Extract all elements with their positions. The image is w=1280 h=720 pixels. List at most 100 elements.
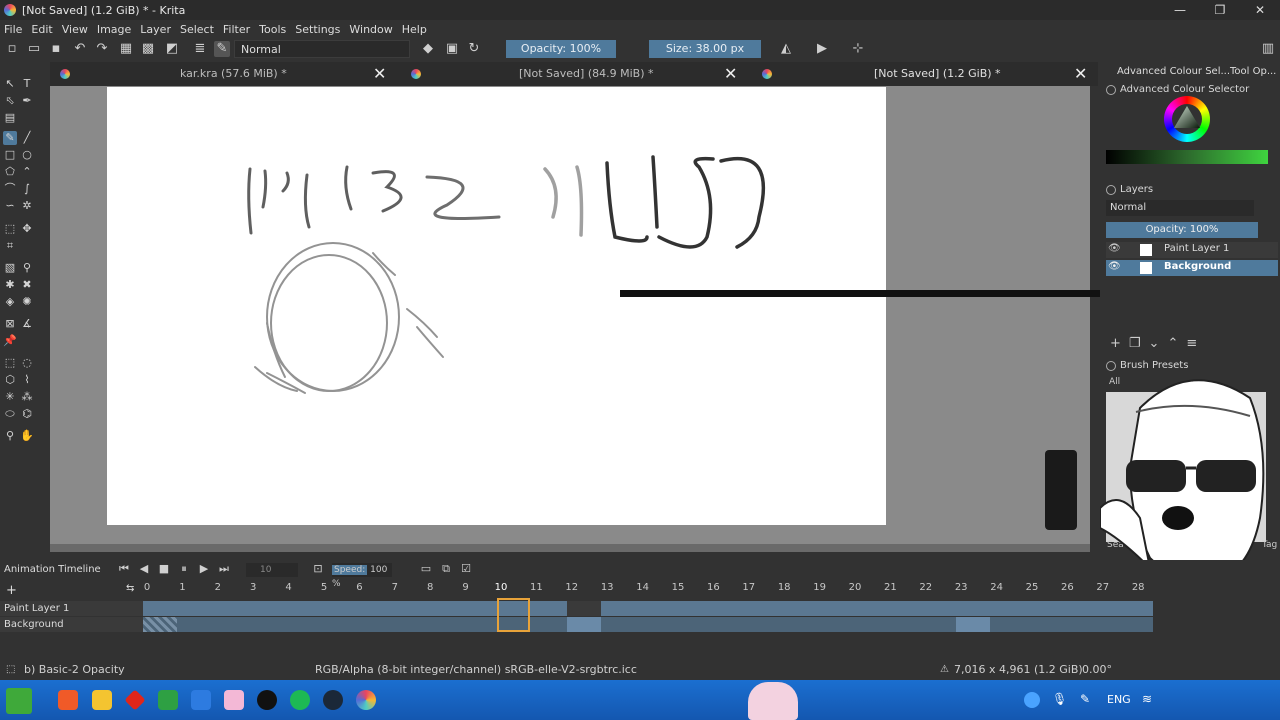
fill-tool-icon[interactable]: ◈ [3, 295, 17, 309]
ellipse-select-icon[interactable]: ◌ [20, 356, 34, 370]
canvas-paper[interactable] [107, 87, 886, 525]
colorize-mask-icon[interactable]: ✖ [20, 278, 34, 292]
select-shape-icon[interactable]: ↖ [3, 77, 17, 91]
image-size[interactable]: 7,016 x 4,961 (1.2 GiB) [954, 660, 1083, 680]
layer-row-background[interactable]: 👁 Background [1106, 260, 1278, 276]
magnetic-select-icon[interactable]: ⌬ [20, 407, 34, 421]
wifi-icon[interactable]: ≋ [1142, 692, 1152, 706]
polygon-tool-icon[interactable]: ⬠ [3, 165, 17, 179]
menu-select[interactable]: Select [180, 23, 214, 36]
playback-options-icon[interactable]: ⊡ [312, 563, 324, 575]
polygon-select-icon[interactable]: ⬡ [3, 373, 17, 387]
frame-cell-highlight[interactable] [956, 617, 990, 632]
frame-number[interactable]: 3 [243, 582, 263, 593]
frame-number[interactable]: 21 [880, 582, 900, 593]
frame-number[interactable]: 24 [987, 582, 1007, 593]
menu-layer[interactable]: Layer [140, 23, 171, 36]
tab-tool-options[interactable]: Tool Op... [1230, 66, 1276, 77]
assistant-icon[interactable]: ▤ [3, 111, 17, 125]
save-icon[interactable]: ▪ [48, 41, 64, 57]
frame-number[interactable]: 4 [279, 582, 299, 593]
tab-advanced-colour[interactable]: Advanced Colour Sel... [1117, 66, 1230, 77]
menu-tools[interactable]: Tools [259, 23, 286, 36]
mirror-horizontal-icon[interactable]: ◭ [778, 41, 794, 57]
contiguous-select-icon[interactable]: ✳ [3, 390, 17, 404]
open-folder-icon[interactable]: ▭ [26, 41, 42, 57]
stop-icon[interactable]: ■ [158, 563, 170, 575]
close-tab-1-icon[interactable]: ✕ [373, 62, 386, 86]
freehand-select-icon[interactable]: ⌇ [20, 373, 34, 387]
prev-frame-icon[interactable]: ◀ [138, 563, 150, 575]
store-icon[interactable] [191, 690, 211, 710]
blend-mode-select[interactable]: Normal [234, 40, 410, 58]
file-explorer-icon[interactable] [92, 690, 112, 710]
eye-icon[interactable]: 👁 [1108, 243, 1121, 254]
tab-document-1[interactable]: kar.kra (57.6 MiB) * [180, 62, 287, 86]
tab-document-3[interactable]: [Not Saved] (1.2 GiB) * [874, 62, 1001, 86]
freehand-path-icon[interactable]: ∫ [20, 182, 34, 196]
new-document-icon[interactable]: ▫ [4, 41, 20, 57]
move-tool-icon[interactable]: ✥ [20, 222, 34, 236]
next-frame-icon[interactable]: ▶ [198, 563, 210, 575]
edit-shape-icon[interactable]: ⬁ [3, 94, 17, 108]
layer-actions[interactable]: +❐⌄⌃≡ [1110, 336, 1270, 352]
multibrush-icon[interactable]: ✲ [20, 199, 34, 213]
app-green-icon[interactable] [158, 690, 178, 710]
menu-settings[interactable]: Settings [295, 23, 340, 36]
menu-view[interactable]: View [62, 23, 88, 36]
start-button[interactable] [6, 688, 32, 714]
docker-toggle-icon[interactable]: ▥ [1260, 41, 1276, 57]
frame-number[interactable]: 5 [314, 582, 334, 593]
horizontal-scrollbar[interactable] [50, 544, 1090, 552]
enclose-fill-icon[interactable]: ✺ [20, 295, 34, 309]
minimize-button[interactable]: — [1160, 0, 1200, 20]
timeline-layer-background[interactable]: Background [0, 617, 143, 632]
frame-number[interactable]: 14 [633, 582, 653, 593]
rectangle-tool-icon[interactable]: □ [3, 148, 17, 162]
timeline-row-paint-layer-1[interactable] [143, 601, 1153, 616]
menu-window[interactable]: Window [349, 23, 392, 36]
pause-icon[interactable]: ⏸ [178, 563, 190, 575]
frame-number[interactable]: 12 [562, 582, 582, 593]
frame-number[interactable]: 22 [916, 582, 936, 593]
timeline-layers-icon[interactable]: ⇆ [126, 583, 134, 594]
opacity-slider[interactable]: Opacity: 100% [506, 40, 616, 58]
frame-number[interactable]: 13 [597, 582, 617, 593]
pattern-icon[interactable]: ▩ [140, 41, 156, 57]
mirror-vertical-icon[interactable]: ▶ [814, 41, 830, 57]
frame-number[interactable]: 9 [456, 582, 476, 593]
frame-number[interactable]: 15 [668, 582, 688, 593]
onion-skin-icon[interactable]: ⧉ [440, 563, 452, 575]
canvas-rotation[interactable]: 0.00° [1082, 660, 1112, 680]
similar-select-icon[interactable]: ⁂ [20, 390, 34, 404]
zoom-tool-icon[interactable]: ⚲ [3, 429, 17, 443]
gradient-tool-icon[interactable]: ▧ [3, 261, 17, 275]
menu-help[interactable]: Help [402, 23, 427, 36]
timeline-settings-icon[interactable]: ☑ [460, 563, 472, 575]
bezier-select-icon[interactable]: ⬭ [3, 407, 17, 421]
frame-number[interactable]: 18 [774, 582, 794, 593]
obs-icon[interactable] [257, 690, 277, 710]
timeline-layer-paint-layer-1[interactable]: Paint Layer 1 [0, 601, 143, 616]
close-tab-2-icon[interactable]: ✕ [724, 62, 737, 86]
audio-icon[interactable]: ▭ [420, 563, 432, 575]
frame-number[interactable]: 27 [1093, 582, 1113, 593]
frame-number[interactable]: 10 [491, 582, 511, 593]
frame-number[interactable]: 0 [137, 582, 157, 593]
frame-number[interactable]: 26 [1057, 582, 1077, 593]
menu-edit[interactable]: Edit [31, 23, 52, 36]
ellipse-tool-icon[interactable]: ○ [20, 148, 34, 162]
colour-value-bar[interactable] [1106, 150, 1268, 164]
brush-preset-icon[interactable]: ✎ [214, 41, 230, 57]
language-indicator[interactable]: ENG [1107, 693, 1131, 706]
frame-number[interactable]: 17 [739, 582, 759, 593]
close-window-button[interactable]: ✕ [1240, 0, 1280, 20]
menu-image[interactable]: Image [97, 23, 131, 36]
assistant-tool-icon[interactable]: ⊠ [3, 317, 17, 331]
crop-tool-icon[interactable]: ⌗ [3, 239, 17, 253]
frame-number[interactable]: 23 [951, 582, 971, 593]
menu-file[interactable]: File [4, 23, 22, 36]
bezier-tool-icon[interactable]: ⌒ [3, 182, 17, 196]
tray-app-icon[interactable] [1024, 692, 1040, 708]
calligraphy-icon[interactable]: ✒ [20, 94, 34, 108]
